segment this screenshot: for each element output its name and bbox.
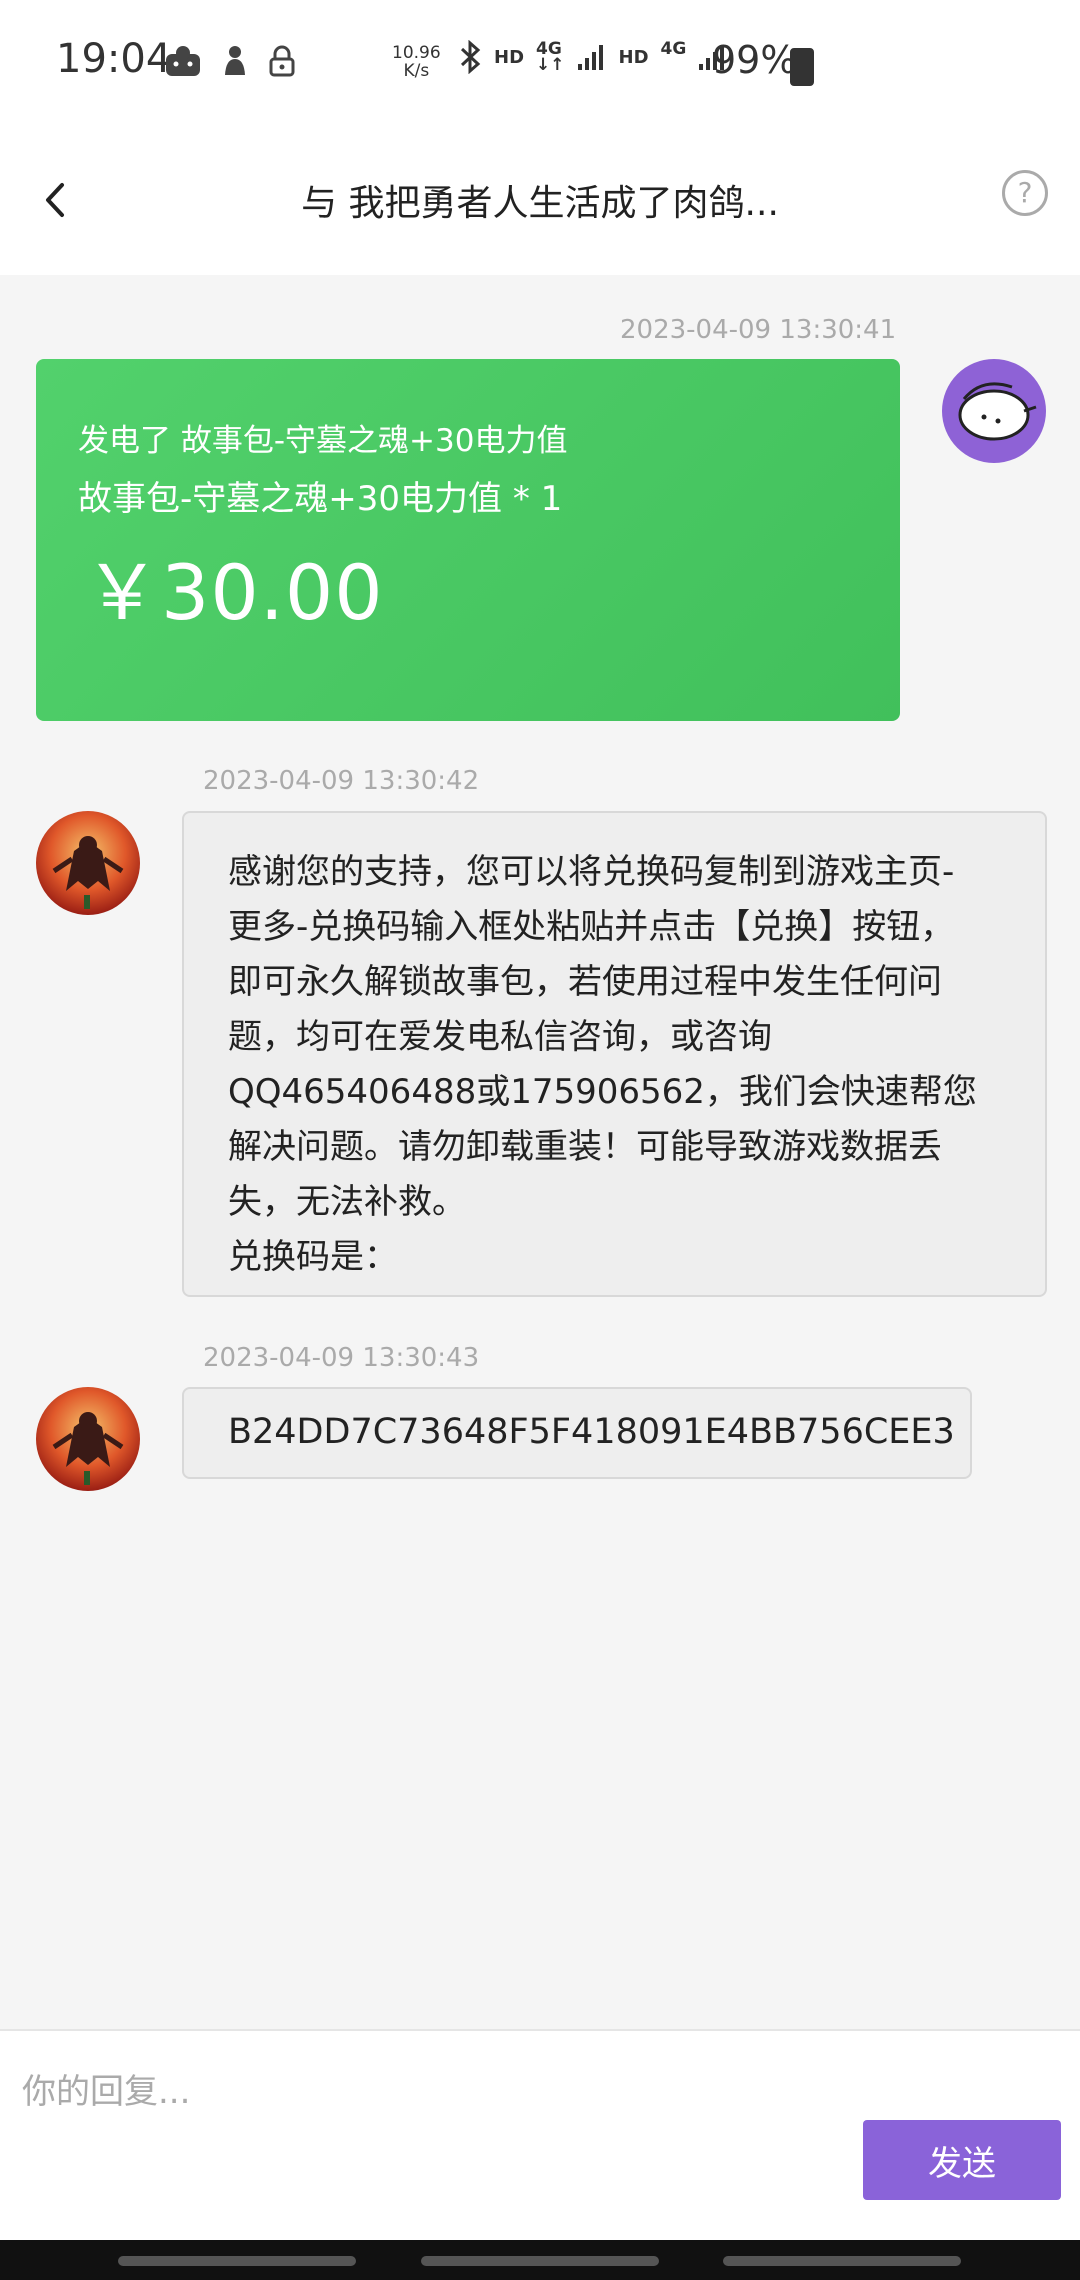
system-nav-bar	[0, 2240, 1080, 2280]
sender-avatar-image	[36, 1387, 140, 1491]
redeem-code-bubble[interactable]: B24DD7C73648F5F418091E4BB756CEE3	[182, 1387, 972, 1479]
hd-icon: HD	[494, 46, 525, 68]
net-speed-unit: K/s	[403, 61, 430, 81]
nav-handle[interactable]	[421, 2256, 659, 2266]
lock-icon	[269, 45, 295, 77]
self-avatar[interactable]	[942, 359, 1046, 463]
notification-icons	[164, 44, 296, 78]
page-title: 与 我把勇者人生活成了肉鸽...	[301, 183, 779, 224]
network-speed: 10.96 K/s	[392, 44, 441, 80]
sender-avatar[interactable]	[36, 811, 140, 915]
bluetooth-icon	[460, 40, 481, 74]
status-bar: 19:04 10.96 K/s HD 4G ↓↑ HD 4G 99%	[0, 0, 1080, 130]
message-timestamp: 2023-04-09 13:30:43	[203, 1343, 480, 1373]
reply-input[interactable]	[20, 2071, 824, 2113]
back-arrow-icon[interactable]	[36, 170, 76, 230]
message-bubble: 感谢您的支持，您可以将兑换码复制到游戏主页- 更多-兑换码输入框处粘贴并点击【兑…	[182, 811, 1047, 1297]
hd-icon-2: HD	[618, 46, 649, 68]
battery-percent: 99%	[712, 38, 797, 82]
nav-handle[interactable]	[723, 2256, 961, 2266]
signal-icon	[577, 45, 603, 70]
message-line: 失，无法补救。	[228, 1182, 466, 1222]
net-speed-value: 10.96	[392, 43, 441, 63]
payment-description: 发电了 故事包-守墓之魂+30电力值	[78, 423, 568, 459]
battery-charging-icon	[790, 48, 814, 86]
sender-avatar-image	[36, 811, 140, 915]
payment-item: 故事包-守墓之魂+30电力值 * 1	[78, 479, 563, 519]
send-button[interactable]: 发送	[863, 2120, 1061, 2200]
message-line: QQ465406488或175906562，我们会快速帮您	[228, 1072, 977, 1112]
message-timestamp: 2023-04-09 13:30:41	[620, 315, 897, 345]
connectivity-icons: HD 4G ↓↑ HD 4G	[458, 40, 728, 74]
redeem-code-text[interactable]: B24DD7C73648F5F418091E4BB756CEE3	[228, 1412, 955, 1452]
sender-avatar[interactable]	[36, 1387, 140, 1491]
self-avatar-image	[958, 382, 1037, 441]
payment-message-bubble: 发电了 故事包-守墓之魂+30电力值 故事包-守墓之魂+30电力值 * 1 ￥3…	[36, 359, 900, 721]
help-icon[interactable]: ?	[1002, 170, 1048, 216]
message-line: 解决问题。请勿卸载重装！可能导致游戏数据丢	[228, 1127, 942, 1167]
nav-handle[interactable]	[118, 2256, 356, 2266]
message-timestamp: 2023-04-09 13:30:42	[203, 766, 480, 796]
4g-icon: 4G ↓↑	[536, 39, 565, 75]
reply-composer: 发送	[0, 2029, 1080, 2242]
chat-header: 与 我把勇者人生活成了肉鸽... ?	[0, 130, 1080, 275]
message-line: 即可永久解锁故事包，若使用过程中发生任何问	[228, 962, 942, 1002]
message-line: 更多-兑换码输入框处粘贴并点击【兑换】按钮，	[228, 907, 955, 947]
4g-icon-2: 4G	[660, 39, 687, 59]
message-line: 兑换码是：	[228, 1237, 398, 1277]
message-line: 感谢您的支持，您可以将兑换码复制到游戏主页-	[228, 852, 955, 892]
figure-icon	[225, 46, 245, 75]
game-icon	[166, 46, 200, 76]
status-time: 19:04	[56, 36, 172, 82]
payment-amount: ￥30.00	[84, 548, 384, 637]
message-line: 题，均可在爱发电私信咨询，或咨询	[228, 1017, 772, 1057]
